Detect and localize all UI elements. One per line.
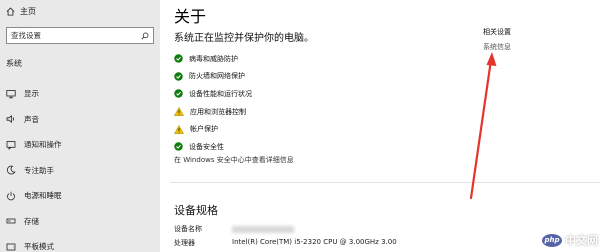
system-info-link[interactable]: 系统信息 (483, 42, 511, 52)
protection-status-header: 系统正在监控并保护你的电脑。 (174, 33, 314, 44)
sidebar-nav: 显示 声音 通知和操作 专注助手 电源和睡眠 存储 平板模式 (0, 81, 160, 252)
protection-item-label: 防火墙和网络保护 (189, 72, 245, 81)
protection-item-label: 设备安全性 (189, 142, 224, 151)
warning-icon (174, 107, 184, 116)
sidebar-item-label: 电源和睡眠 (24, 191, 62, 201)
protection-item-label: 帐户保护 (190, 125, 218, 134)
protection-item-label: 设备性能和运行状况 (189, 89, 252, 98)
protection-item-virus: 病毒和威胁防护 (174, 50, 252, 68)
sidebar-item-display[interactable]: 显示 (0, 81, 160, 107)
sidebar-item-label: 显示 (24, 89, 39, 99)
sidebar-item-label: 存储 (24, 216, 39, 226)
sidebar-item-notifications[interactable]: 通知和操作 (0, 132, 160, 158)
page-title: 关于 (174, 7, 207, 26)
ok-check-icon (174, 142, 183, 151)
protection-item-label: 应用和浏览器控制 (190, 107, 246, 116)
device-specs-title: 设备规格 (174, 204, 218, 217)
divider (170, 182, 600, 183)
watermark-text: 中文网 (565, 234, 598, 247)
watermark-logo: php (542, 233, 562, 247)
search-input[interactable]: 查找设置 (6, 27, 154, 44)
security-center-link[interactable]: 在 Windows 安全中心中查看详细信息 (174, 155, 294, 165)
protection-item-label: 病毒和威胁防护 (189, 54, 238, 63)
sound-icon (6, 114, 16, 124)
sidebar-item-label: 平板模式 (24, 242, 54, 252)
protection-list: 病毒和威胁防护 防火墙和网络保护 设备性能和运行状况 应用和浏览器控制 帐户保护… (174, 50, 252, 156)
ok-check-icon (174, 89, 183, 99)
protection-item-account: 帐户保护 (174, 120, 252, 138)
sidebar-item-tablet[interactable]: 平板模式 (0, 234, 160, 252)
main-content: 关于 系统正在监控并保护你的电脑。 病毒和威胁防护 防火墙和网络保护 设备性能和… (160, 0, 600, 252)
sidebar-item-label: 通知和操作 (24, 140, 62, 150)
sidebar: 主页 查找设置 系统 显示 声音 通知和操作 专注助手 电源和睡眠 存储 平板模… (0, 0, 160, 252)
power-icon (6, 191, 16, 201)
protection-item-device-health: 设备性能和运行状况 (174, 85, 252, 103)
ok-check-icon (174, 54, 183, 64)
display-icon (6, 89, 16, 99)
spec-key: 设备名称 (174, 225, 202, 233)
spec-key: 处理器 (174, 239, 195, 247)
spec-value-redacted (232, 226, 294, 233)
notification-icon (6, 140, 16, 150)
focus-assist-icon (6, 165, 16, 175)
related-settings-title: 相关设置 (483, 28, 511, 36)
search-placeholder: 查找设置 (11, 31, 41, 40)
sidebar-item-power[interactable]: 电源和睡眠 (0, 183, 160, 209)
protection-item-device-security: 设备安全性 (174, 138, 252, 156)
sidebar-item-focus-assist[interactable]: 专注助手 (0, 158, 160, 184)
watermark: php 中文网 (542, 232, 598, 248)
home-icon (6, 7, 15, 16)
sidebar-section-title: 系统 (6, 59, 22, 68)
protection-item-firewall: 防火墙和网络保护 (174, 68, 252, 86)
spec-value: Intel(R) Core(TM) i5-2320 CPU @ 3.00GHz … (232, 238, 397, 246)
sidebar-item-label: 声音 (24, 114, 39, 124)
sidebar-item-storage[interactable]: 存储 (0, 209, 160, 235)
home-label: 主页 (20, 7, 36, 16)
ok-check-icon (174, 72, 183, 81)
storage-icon (6, 216, 16, 226)
spec-row-processor: 处理器 Intel(R) Core(TM) i5-2320 CPU @ 3.00… (174, 238, 397, 248)
search-icon[interactable] (141, 32, 149, 40)
warning-icon (174, 124, 184, 134)
protection-item-app-browser: 应用和浏览器控制 (174, 103, 252, 121)
sidebar-item-label: 专注助手 (24, 165, 54, 175)
spec-row-device-name: 设备名称 (174, 224, 294, 234)
sidebar-item-sound[interactable]: 声音 (0, 107, 160, 133)
home-nav-item[interactable]: 主页 (6, 6, 36, 17)
tablet-icon (6, 242, 16, 252)
